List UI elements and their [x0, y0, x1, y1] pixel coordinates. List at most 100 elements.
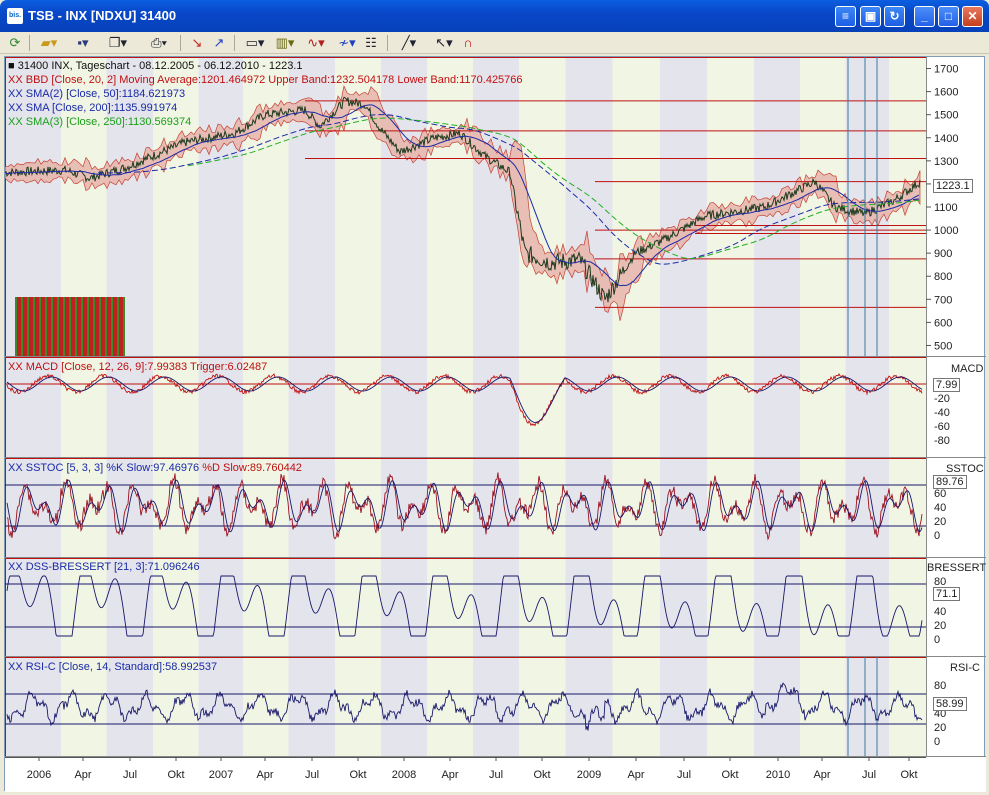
- volume-bar: [35, 297, 37, 356]
- chart-window-icon[interactable]: ▭▾: [242, 34, 268, 52]
- volume-bar: [89, 297, 91, 356]
- volume-bar: [71, 297, 73, 356]
- open-folder-icon[interactable]: ▰▾: [36, 34, 62, 52]
- x-axis-label: Jul: [677, 769, 691, 781]
- volume-bar: [49, 297, 51, 356]
- sstoc-panel-name: SSTOC: [946, 463, 984, 475]
- macd-tick-label: -40: [934, 407, 950, 419]
- volume-bar: [31, 297, 33, 356]
- volume-bar: [45, 297, 47, 356]
- dss-legend: XX DSS-BRESSERT [21, 3]:71.096246: [8, 561, 200, 573]
- volume-bar: [69, 297, 71, 356]
- volume-bar: [67, 297, 69, 356]
- x-axis-label: Apr: [627, 769, 644, 781]
- volume-bar: [39, 297, 41, 356]
- app-icon: bis.: [7, 8, 23, 24]
- cursor-icon[interactable]: ↖▾: [431, 34, 457, 52]
- volume-bar: [27, 297, 29, 356]
- copy-icon[interactable]: ❐▾: [105, 34, 131, 52]
- rsi-current-label: 58.99: [933, 697, 967, 711]
- properties-icon[interactable]: ☷: [362, 34, 380, 52]
- price-tick-label: 700: [934, 294, 952, 306]
- x-axis-label: 2008: [392, 769, 416, 781]
- x-axis-label: Jul: [123, 769, 137, 781]
- x-axis-label: Apr: [256, 769, 273, 781]
- bbd-legend: XX BBD [Close, 20, 2] Moving Average:120…: [8, 74, 523, 86]
- volume-bar: [119, 297, 121, 356]
- volume-bar: [121, 297, 123, 356]
- volume-bar: [37, 297, 39, 356]
- window-title: TSB - INX [NDXU] 31400: [28, 8, 177, 23]
- sstoc-current-label: 89.76: [933, 475, 967, 489]
- sma250-legend: XX SMA(3) [Close, 250]:1130.569374: [8, 116, 192, 128]
- price-tick-label: 1000: [934, 225, 958, 237]
- volume-bar: [57, 297, 59, 356]
- volume-bar: [29, 297, 31, 356]
- volume-bar: [77, 297, 79, 356]
- volume-bar: [59, 297, 61, 356]
- price-tick-label: 1500: [934, 110, 958, 122]
- toolbar: ⟳ ▰▾ ▪▾ ❐▾ ⎙▾ ↘ ↗ ▭▾ ▥▾ ∿▾ ≁▾ ☷ ╱▾ ↖▾ ∩: [0, 32, 989, 54]
- x-axis-label: 2006: [27, 769, 51, 781]
- x-axis-label: Okt: [533, 769, 550, 781]
- volume-bar: [113, 297, 115, 356]
- volume-bar: [41, 297, 43, 356]
- window-link-button[interactable]: ↻: [884, 6, 905, 27]
- chart-area[interactable]: 1700160015001400130012001100100090080070…: [4, 56, 986, 792]
- close-button[interactable]: ✕: [962, 6, 983, 27]
- refresh-icon[interactable]: ⟳: [6, 34, 24, 52]
- chart-up-icon[interactable]: ↗: [210, 34, 228, 52]
- sstoc-tick-label: 0: [934, 530, 940, 542]
- maximize-button[interactable]: □: [938, 6, 959, 27]
- x-axis-label: Apr: [441, 769, 458, 781]
- title-bar: bis. TSB - INX [NDXU] 31400 ≡ ▣ ↻ _ □ ✕: [0, 0, 989, 32]
- volume-bar: [43, 297, 45, 356]
- price-tick-label: 1100: [934, 202, 958, 214]
- volume-bar: [19, 297, 21, 356]
- main-header: ■ 31400 INX, Tageschart - 08.12.2005 - 0…: [8, 60, 303, 72]
- draw-tool-icon[interactable]: ≁▾: [334, 34, 360, 52]
- volume-bar: [17, 297, 19, 356]
- price-tick-label: 1600: [934, 87, 958, 99]
- volume-bar: [123, 297, 125, 356]
- volume-bar: [15, 297, 17, 356]
- volume-bar: [23, 297, 25, 356]
- x-axis-label: Jul: [305, 769, 319, 781]
- save-icon[interactable]: ▪▾: [70, 34, 96, 52]
- magnet-icon[interactable]: ∩: [460, 34, 476, 52]
- minimize-button[interactable]: _: [914, 6, 935, 27]
- bar-chart-icon[interactable]: ▥▾: [272, 34, 298, 52]
- volume-bar: [97, 297, 99, 356]
- x-axis-label: Okt: [721, 769, 738, 781]
- sma50-legend: XX SMA(2) [Close, 50]:1184.621973: [8, 88, 186, 100]
- macd-panel-name: MACD: [951, 363, 984, 375]
- x-axis-label: Apr: [74, 769, 91, 781]
- line-tool-icon[interactable]: ╱▾: [395, 34, 423, 52]
- x-axis-label: 2009: [577, 769, 601, 781]
- macd-tick-label: -60: [934, 421, 950, 433]
- volume-bar: [79, 297, 81, 356]
- x-axis-label: Jul: [862, 769, 876, 781]
- volume-bar: [21, 297, 23, 356]
- x-axis-label: Okt: [349, 769, 366, 781]
- window-menu-button[interactable]: ≡: [835, 6, 856, 27]
- volume-bar: [93, 297, 95, 356]
- x-axis-label: Apr: [813, 769, 830, 781]
- indicator-icon[interactable]: ∿▾: [303, 34, 329, 52]
- macd-current-label: 7.99: [933, 378, 961, 392]
- dss-current-label: 71.1: [933, 587, 961, 601]
- volume-bar: [83, 297, 85, 356]
- window-options-button[interactable]: ▣: [860, 6, 881, 27]
- print-icon[interactable]: ⎙▾: [144, 34, 174, 52]
- volume-bar: [75, 297, 77, 356]
- rsi-tick-label: 80: [934, 680, 946, 692]
- volume-bar: [25, 297, 27, 356]
- x-axis-label: 2010: [766, 769, 790, 781]
- sstoc-tick-label: 60: [934, 488, 946, 500]
- rsi-panel-name: RSI-C: [950, 662, 980, 674]
- sma200-legend: XX SMA [Close, 200]:1135.991974: [8, 102, 178, 114]
- x-axis-label: Okt: [900, 769, 917, 781]
- sstoc-tick-label: 40: [934, 502, 946, 514]
- chart-svg[interactable]: 1700160015001400130012001100100090080070…: [5, 57, 986, 792]
- chart-down-icon[interactable]: ↘: [188, 34, 206, 52]
